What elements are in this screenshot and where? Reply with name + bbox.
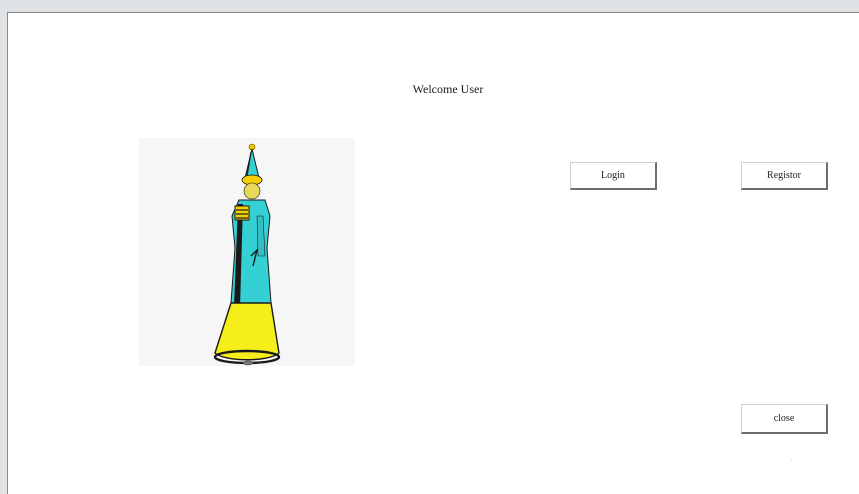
register-button[interactable]: Registor	[741, 162, 828, 190]
close-button[interactable]: close	[741, 404, 828, 434]
welcome-label: Welcome User	[412, 82, 484, 96]
robot-figure-icon	[213, 143, 281, 366]
main-window: Welcome User Login Registor close	[7, 12, 859, 494]
stray-pixel	[791, 460, 792, 461]
robot-figure-image	[139, 138, 355, 366]
login-button[interactable]: Login	[570, 162, 657, 190]
